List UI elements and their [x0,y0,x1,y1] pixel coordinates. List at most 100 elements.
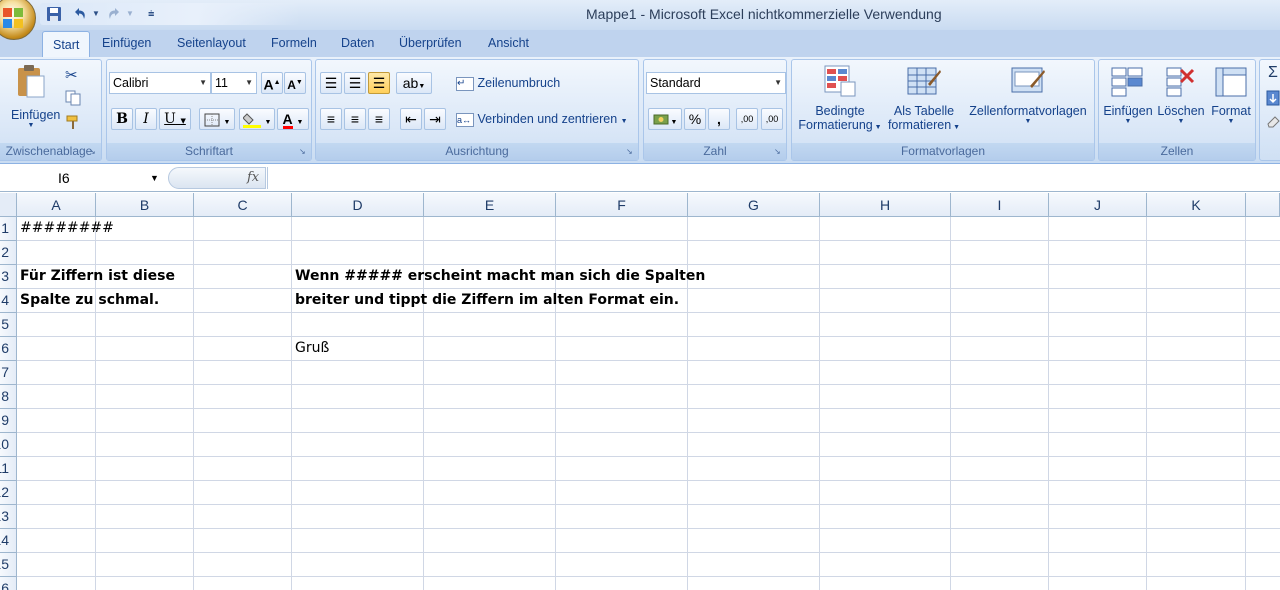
percent-style-button[interactable]: % [684,108,706,130]
format-painter-icon[interactable] [65,114,81,133]
merge-center-icon: a↔ [456,112,474,127]
row-header-8[interactable]: 8 [0,385,17,409]
row-header-10[interactable]: 10 [0,433,17,457]
paste-dropdown-icon: ▼ [27,122,35,129]
column-header-C[interactable]: C [194,193,292,217]
worksheet-grid[interactable]: ABCDEFGHIJK 12345678910111213141516 ####… [0,193,1280,590]
shrink-font-icon[interactable]: A▼ [284,72,306,94]
autosum-icon[interactable]: Σ [1268,64,1278,82]
conditional-formatting-button[interactable]: Bedingte Formatierung ▼ [794,64,886,132]
cell-D3[interactable]: Wenn ##### erscheint macht man sich die … [292,265,705,288]
row-header-13[interactable]: 13 [0,505,17,529]
customize-qat-icon[interactable]: ⩧ [148,6,154,22]
row-header-3[interactable]: 3 [0,265,17,289]
select-all-corner[interactable] [0,193,17,217]
formula-input[interactable] [267,167,1280,189]
tab-formeln[interactable]: Formeln [271,36,317,50]
currency-format-icon[interactable]: ▼ [648,108,682,130]
cell-styles-button[interactable]: Zellenformatvorlagen ▼ [964,64,1092,125]
number-launcher-icon[interactable]: ↘ [774,148,783,157]
column-header-G[interactable]: G [688,193,820,217]
row-header-16[interactable]: 16 [0,577,17,590]
cell-D4[interactable]: breiter und tippt die Ziffern im alten F… [292,289,679,312]
orientation-icon[interactable]: ab▼ [396,72,432,94]
column-header-A[interactable]: A [17,193,96,217]
name-box-dropdown-icon[interactable]: ▼ [150,173,159,183]
fill-icon[interactable] [1266,90,1280,109]
cut-icon[interactable]: ✂ [65,66,78,84]
align-left-icon[interactable]: ≡ [320,108,342,130]
column-header-K[interactable]: K [1147,193,1246,217]
row-header-5[interactable]: 5 [0,313,17,337]
row-header-1[interactable]: 1 [0,217,17,241]
save-icon[interactable] [46,6,62,22]
name-box[interactable]: I6 [0,167,165,189]
font-size-combo[interactable]: 11 ▼ [211,72,257,94]
row-header-12[interactable]: 12 [0,481,17,505]
tab-seitenlayout[interactable]: Seitenlayout [177,36,246,50]
cell-A4[interactable]: Spalte zu schmal. [17,289,159,312]
row-header-14[interactable]: 14 [0,529,17,553]
increase-indent-icon[interactable]: ⇥ [424,108,446,130]
font-name-combo[interactable]: Calibri ▼ [109,72,211,94]
comma-style-button[interactable]: , [708,108,730,130]
tab-ansicht[interactable]: Ansicht [488,36,529,50]
font-color-button[interactable]: A ▼ [277,108,309,130]
italic-button[interactable]: I [135,108,157,130]
delete-cells-button[interactable]: Löschen ▼ [1155,64,1207,125]
row-header-9[interactable]: 9 [0,409,17,433]
decrease-indent-icon[interactable]: ⇤ [400,108,422,130]
column-header-I[interactable]: I [951,193,1049,217]
merge-center-button[interactable]: a↔ Verbinden und zentrieren ▼ [456,112,628,127]
row-header-4[interactable]: 4 [0,289,17,313]
cell-A3[interactable]: Für Ziffern ist diese [17,265,175,288]
underline-button[interactable]: U ▼ [159,108,191,130]
column-header-F[interactable]: F [556,193,688,217]
column-header-J[interactable]: J [1049,193,1147,217]
undo-dropdown-icon[interactable]: ▼ [92,6,100,22]
number-format-combo[interactable]: Standard ▼ [646,72,786,94]
redo-dropdown-icon[interactable]: ▼ [126,6,134,22]
cell-A1[interactable]: ######## [17,217,114,240]
column-header-D[interactable]: D [292,193,424,217]
row-header-11[interactable]: 11 [0,457,17,481]
increase-decimal-button[interactable]: ,00 [736,108,758,130]
clear-icon[interactable] [1266,114,1280,131]
tab-daten[interactable]: Daten [341,36,374,50]
cell-D6[interactable]: Gruß [292,337,329,360]
align-top-icon[interactable]: ☰ [320,72,342,94]
wrap-text-button[interactable]: ↵ Zeilenumbruch [456,76,560,91]
align-center-icon[interactable]: ≡ [344,108,366,130]
paste-button[interactable]: Einfügen ▼ [11,64,60,132]
format-as-table-button[interactable]: Als Tabelle formatieren ▼ [886,64,962,132]
fill-color-button[interactable]: ▼ [239,108,275,130]
bold-button[interactable]: B [111,108,133,130]
undo-icon[interactable] [72,6,88,22]
grow-font-icon[interactable]: A▲ [261,72,283,94]
align-right-icon[interactable]: ≡ [368,108,390,130]
align-bottom-icon[interactable]: ☰ [368,72,390,94]
borders-button[interactable]: ▼ [199,108,235,130]
format-cells-button[interactable]: Format ▼ [1207,64,1255,125]
redo-icon[interactable] [106,6,122,22]
row-header-2[interactable]: 2 [0,241,17,265]
font-launcher-icon[interactable]: ↘ [299,148,308,157]
clipboard-launcher-icon[interactable]: ↘ [89,148,98,157]
insert-cells-button[interactable]: Einfügen ▼ [1101,64,1155,125]
align-middle-icon[interactable]: ☰ [344,72,366,94]
decrease-decimal-button[interactable]: ,00 [761,108,783,130]
alignment-launcher-icon[interactable]: ↘ [626,148,635,157]
insert-function-icon[interactable]: fx [247,170,259,185]
tab-ueberpruefen[interactable]: Überprüfen [399,36,462,50]
tab-einfuegen[interactable]: Einfügen [102,36,151,50]
column-header-partial[interactable] [1246,193,1280,217]
row-header-15[interactable]: 15 [0,553,17,577]
column-header-B[interactable]: B [96,193,194,217]
row-header-6[interactable]: 6 [0,337,17,361]
tab-start[interactable]: Start [42,31,91,58]
group-styles: Bedingte Formatierung ▼ Als Tabelle form… [791,59,1095,161]
column-header-E[interactable]: E [424,193,556,217]
copy-icon[interactable] [65,90,81,109]
row-header-7[interactable]: 7 [0,361,17,385]
column-header-H[interactable]: H [820,193,951,217]
